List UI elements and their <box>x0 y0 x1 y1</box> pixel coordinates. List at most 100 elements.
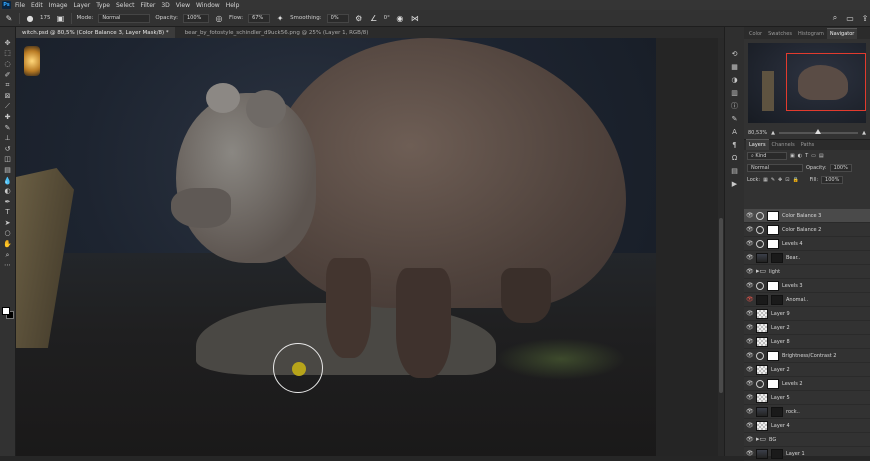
brush-preset-icon[interactable]: ● <box>25 13 35 23</box>
character-icon[interactable]: A <box>730 127 739 136</box>
layer-thumbnail[interactable] <box>756 420 768 431</box>
layer-thumbnail[interactable] <box>756 322 768 333</box>
layer-name[interactable]: Color Balance 2 <box>782 227 821 233</box>
filter-type-icon[interactable]: T <box>805 153 808 159</box>
menu-file[interactable]: File <box>15 2 25 9</box>
layer-mask-thumbnail[interactable] <box>771 406 783 417</box>
layer-row[interactable]: 👁 ▸▭ light <box>744 265 870 279</box>
visibility-eye-icon[interactable]: 👁 <box>746 422 754 429</box>
eyedropper-tool-icon[interactable]: ⟋ <box>3 103 13 112</box>
visibility-eye-icon[interactable]: 👁 <box>746 394 754 401</box>
photoshop-logo[interactable]: Ps <box>2 1 11 9</box>
tab-channels[interactable]: Channels <box>769 139 798 150</box>
menu-image[interactable]: Image <box>49 2 68 9</box>
flow-field[interactable]: 67% <box>248 13 271 23</box>
lock-paint-icon[interactable]: ✎ <box>771 177 775 183</box>
lock-move-icon[interactable]: ✥ <box>778 177 782 183</box>
tab-paths[interactable]: Paths <box>798 139 818 150</box>
visibility-eye-icon[interactable]: 👁 <box>746 380 754 387</box>
layer-row[interactable]: 👁 Layer 2 <box>744 363 870 377</box>
visibility-eye-icon[interactable]: 👁 <box>746 408 754 415</box>
opacity-field[interactable]: 100% <box>182 13 209 23</box>
history-icon[interactable]: ⟲ <box>730 49 739 58</box>
tab-layers[interactable]: Layers <box>746 139 769 150</box>
layer-thumbnail[interactable] <box>756 294 768 305</box>
layer-mask-thumbnail[interactable] <box>771 252 783 263</box>
layer-thumbnail[interactable] <box>756 308 768 319</box>
visibility-eye-icon[interactable]: 👁 <box>746 268 754 275</box>
layer-row[interactable]: 👁 Bear.. <box>744 251 870 265</box>
visibility-eye-icon[interactable]: 👁 <box>746 212 754 219</box>
filter-smart-icon[interactable]: ▤ <box>819 153 824 159</box>
menu-layer[interactable]: Layer <box>73 2 90 9</box>
zoom-in-icon[interactable]: ▲ <box>862 130 866 136</box>
layer-row[interactable]: 👁 ▸▭ BG <box>744 433 870 447</box>
visibility-eye-icon[interactable]: 👁 <box>746 254 754 261</box>
layer-thumbnail[interactable] <box>756 364 768 375</box>
layer-mask-thumbnail[interactable] <box>767 350 779 361</box>
gear-icon[interactable]: ⚙ <box>354 13 364 23</box>
document-canvas[interactable] <box>16 38 656 456</box>
lock-all-icon[interactable]: 🔒 <box>792 177 798 183</box>
zoom-value[interactable]: 80,53% <box>748 130 767 136</box>
menu-help[interactable]: Help <box>226 2 240 9</box>
menu-view[interactable]: View <box>176 2 190 9</box>
layer-name[interactable]: Bear.. <box>786 255 800 261</box>
zoom-out-icon[interactable]: ▲ <box>771 130 775 136</box>
folder-icon[interactable]: ▸▭ <box>756 267 766 277</box>
fill-field[interactable]: 100% <box>821 176 844 184</box>
workspace-icon[interactable]: ▭ <box>845 13 855 23</box>
menu-type[interactable]: Type <box>96 2 110 9</box>
layer-mask-thumbnail[interactable] <box>767 224 779 235</box>
angle-value[interactable]: 0° <box>384 15 390 21</box>
brushes-icon[interactable]: ✎ <box>730 114 739 123</box>
layer-name[interactable]: BG <box>769 437 776 443</box>
tab-histogram[interactable]: Histogram <box>795 28 827 39</box>
layer-thumbnail[interactable] <box>756 336 768 347</box>
zoom-slider[interactable] <box>778 129 859 134</box>
symmetry-icon[interactable]: ⋈ <box>410 13 420 23</box>
lock-pixels-icon[interactable]: ▦ <box>763 177 768 183</box>
layer-mask-thumbnail[interactable] <box>771 294 783 305</box>
brush-tool-icon[interactable]: ✎ <box>4 13 14 23</box>
hand-tool-icon[interactable]: ✋ <box>3 240 13 249</box>
layer-name[interactable]: Anomal.. <box>786 297 808 303</box>
visibility-eye-icon[interactable]: 👁 <box>746 240 754 247</box>
layer-row[interactable]: 👁 Layer 5 <box>744 391 870 405</box>
navigator-thumbnail[interactable] <box>748 43 866 123</box>
layer-row[interactable]: 👁 rock.. <box>744 405 870 419</box>
gradient-tool-icon[interactable]: ▤ <box>3 166 13 175</box>
tab-swatches[interactable]: Swatches <box>765 28 795 39</box>
brush-settings-icon[interactable]: ▣ <box>56 13 66 23</box>
layer-row[interactable]: 👁 Layer 2 <box>744 321 870 335</box>
layer-mask-thumbnail[interactable] <box>767 378 779 389</box>
folder-icon[interactable]: ▸▭ <box>756 435 766 445</box>
layer-row[interactable]: 👁 Layer 8 <box>744 335 870 349</box>
layer-mask-thumbnail[interactable] <box>767 210 779 221</box>
menu-window[interactable]: Window <box>196 2 220 9</box>
layer-name[interactable]: Layer 9 <box>771 311 790 317</box>
layer-thumbnail[interactable] <box>756 252 768 263</box>
layer-name[interactable]: Levels 3 <box>782 283 803 289</box>
tab-color[interactable]: Color <box>746 28 765 39</box>
path-select-tool-icon[interactable]: ➤ <box>3 219 13 228</box>
adjustments-icon[interactable]: ◑ <box>730 75 739 84</box>
lock-artboard-icon[interactable]: ⊡ <box>785 177 789 183</box>
frame-tool-icon[interactable]: ⊠ <box>3 92 13 101</box>
layer-name[interactable]: Levels 4 <box>782 241 803 247</box>
layer-row[interactable]: 👁 Layer 1 <box>744 447 870 461</box>
navigator-view-box[interactable] <box>786 53 866 111</box>
zoom-slider-knob[interactable] <box>814 129 821 134</box>
layer-name[interactable]: Levels 2 <box>782 381 803 387</box>
zoom-tool-icon[interactable]: ⌕ <box>3 251 13 260</box>
share-icon[interactable]: ⇪ <box>860 13 870 23</box>
layer-name[interactable]: Color Balance 3 <box>782 213 821 219</box>
tab-witch-psd[interactable]: witch.psd @ 80,5% (Color Balance 3, Laye… <box>16 27 175 38</box>
shape-tool-icon[interactable]: ○ <box>3 230 13 239</box>
libraries-icon[interactable]: ▥ <box>730 88 739 97</box>
crop-tool-icon[interactable]: ⌗ <box>3 81 13 90</box>
healing-tool-icon[interactable]: ✚ <box>3 113 13 122</box>
eraser-tool-icon[interactable]: ◫ <box>3 156 13 165</box>
visibility-eye-icon[interactable]: 👁 <box>746 282 754 289</box>
layer-thumbnail[interactable] <box>756 448 768 459</box>
